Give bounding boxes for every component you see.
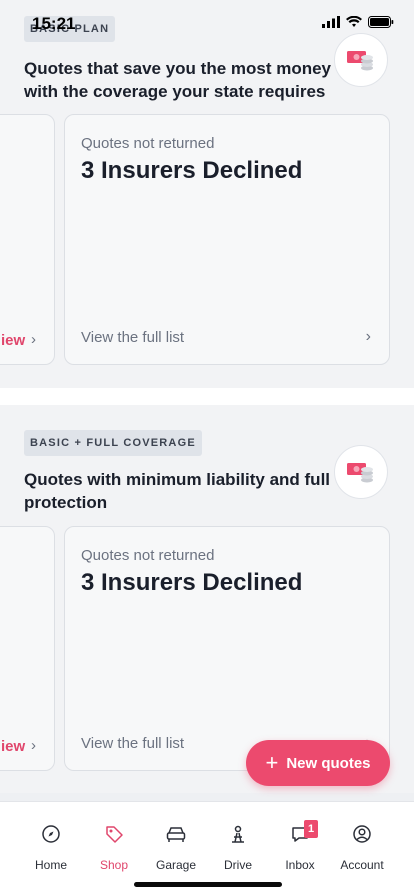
previous-quote-card[interactable]: iew › — [0, 526, 55, 771]
plus-icon: + — [265, 750, 279, 775]
tab-label: Shop — [99, 858, 129, 872]
tab-account[interactable]: Account — [331, 824, 393, 872]
tab-label: Home — [34, 858, 67, 872]
section-title: Quotes with minimum liability and full p… — [24, 470, 331, 512]
chevron-right-icon: › — [31, 737, 36, 754]
tab-shop[interactable]: Shop — [83, 824, 145, 872]
chevron-right-icon[interactable]: › — [366, 328, 371, 346]
declined-quote-card[interactable]: Quotes not returned 3 Insurers Declined … — [64, 526, 390, 771]
previous-quote-card[interactable]: iew › — [0, 114, 55, 365]
status-time: 15:21 — [32, 14, 76, 33]
status-bar: 15:21 — [0, 0, 414, 44]
tab-label: Account — [340, 858, 384, 872]
user-icon — [331, 824, 393, 846]
tab-label: Inbox — [285, 858, 315, 872]
tab-label: Drive — [223, 858, 252, 872]
new-quotes-button[interactable]: + New quotes — [246, 740, 390, 786]
quote-section-basic: BASIC PLAN Quotes that save you the most… — [0, 0, 414, 388]
card-subtitle: Quotes not returned — [81, 135, 215, 152]
view-link[interactable]: iew — [1, 738, 25, 755]
home-indicator — [134, 882, 282, 887]
plan-badge: BASIC + FULL COVERAGE — [24, 430, 202, 456]
tab-label: Garage — [155, 858, 197, 872]
section-divider — [0, 388, 414, 405]
chat-icon: 1 — [269, 820, 331, 846]
tab-home[interactable]: Home — [20, 824, 82, 872]
chevron-right-icon: › — [31, 331, 36, 348]
signal-icon — [322, 16, 340, 28]
card-headline: 3 Insurers Declined — [81, 569, 303, 596]
view-full-list-link[interactable]: View the full list — [81, 735, 184, 752]
compass-icon — [20, 824, 82, 846]
tab-inbox[interactable]: 1 Inbox — [269, 820, 331, 872]
quote-section-full: BASIC + FULL COVERAGE Quotes with minimu… — [0, 405, 414, 793]
money-icon — [334, 445, 388, 499]
status-icons — [322, 16, 394, 28]
road-icon — [207, 824, 269, 846]
car-icon — [145, 824, 207, 846]
tag-icon — [83, 824, 145, 846]
tab-garage[interactable]: Garage — [145, 824, 207, 872]
section-title: Quotes that save you the most money with… — [24, 59, 332, 101]
new-quotes-label: New quotes — [286, 754, 371, 772]
tab-drive[interactable]: Drive — [207, 824, 269, 872]
card-headline: 3 Insurers Declined — [81, 157, 303, 184]
view-link[interactable]: iew — [1, 332, 25, 349]
view-full-list-link[interactable]: View the full list — [81, 329, 184, 346]
battery-icon — [368, 16, 394, 28]
wifi-icon — [346, 16, 362, 27]
inbox-count-badge: 1 — [304, 820, 318, 838]
declined-quote-card[interactable]: Quotes not returned 3 Insurers Declined … — [64, 114, 390, 365]
card-subtitle: Quotes not returned — [81, 547, 215, 564]
